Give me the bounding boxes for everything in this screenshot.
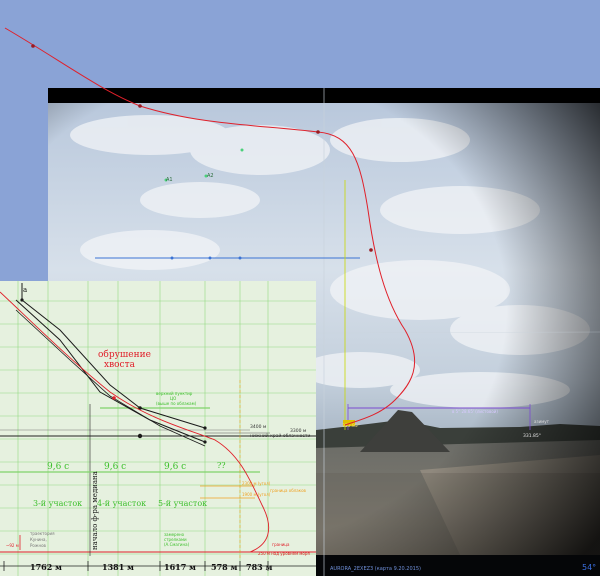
time-cell-2: 9,6 с [104, 462, 126, 472]
photo-caption: AURORA_2EXEZ3 (карта 9.20.2015) [330, 566, 421, 572]
orange-note-2: 1900 м (угол) [242, 492, 271, 497]
distance-1: 1762 м [30, 562, 62, 572]
corner-label: 54° [582, 563, 596, 572]
panel-top-letter: a [23, 286, 27, 294]
orange-side-note: граница облаков [270, 488, 307, 493]
small-note-1a: траектория [30, 531, 55, 536]
distance-2: 1381 м [102, 562, 134, 572]
diagram-canvas: A1 A2 в 5° 28.65' (листовой) 333.85° 331… [0, 27, 600, 576]
line-3400-label: 3400 м [250, 424, 266, 430]
bottom-note-2: 250 м над уровнем моря [258, 551, 310, 556]
collapse-label-1: обрушение [98, 349, 151, 360]
small-note-1c: Рожнов [30, 543, 47, 548]
distance-5: 783 м [246, 562, 272, 572]
bottom-note-1: граница [272, 542, 290, 547]
green-note-3: (выше по облакам) [156, 401, 197, 406]
callout-right: 331.85° [523, 433, 541, 439]
marker-a2: A2 [207, 173, 214, 179]
marker-a1: A1 [166, 177, 173, 183]
collapse-label-2: хвоста [104, 360, 136, 370]
section-3: 3-й участок [33, 499, 82, 508]
callout-mid: в 5° 28.65' (листовой) [452, 409, 498, 414]
distance-4: 578 м [211, 562, 237, 572]
line-lower-label: нижний край облачности [250, 432, 310, 439]
distance-3: 1617 м [164, 562, 196, 572]
time-cell-3: 9,6 с [164, 462, 186, 472]
section-5: 5-й участок [158, 499, 207, 508]
section-4: 4-й участок [97, 499, 146, 508]
time-cell-1: 9,6 с [47, 462, 69, 472]
small-note-2c: (А.Смагина) [164, 542, 190, 547]
time-cell-4: ?? [217, 461, 226, 470]
orange-note-1: 2300 м (угол) [242, 481, 271, 486]
vertical-label: начало ф-ра медиана [91, 471, 99, 550]
left-mark: ~92 м [6, 543, 19, 548]
callout-far: азимут [534, 419, 550, 424]
small-note-1b: Кунина, [30, 537, 47, 542]
callout-left: 333.85° [342, 423, 360, 429]
